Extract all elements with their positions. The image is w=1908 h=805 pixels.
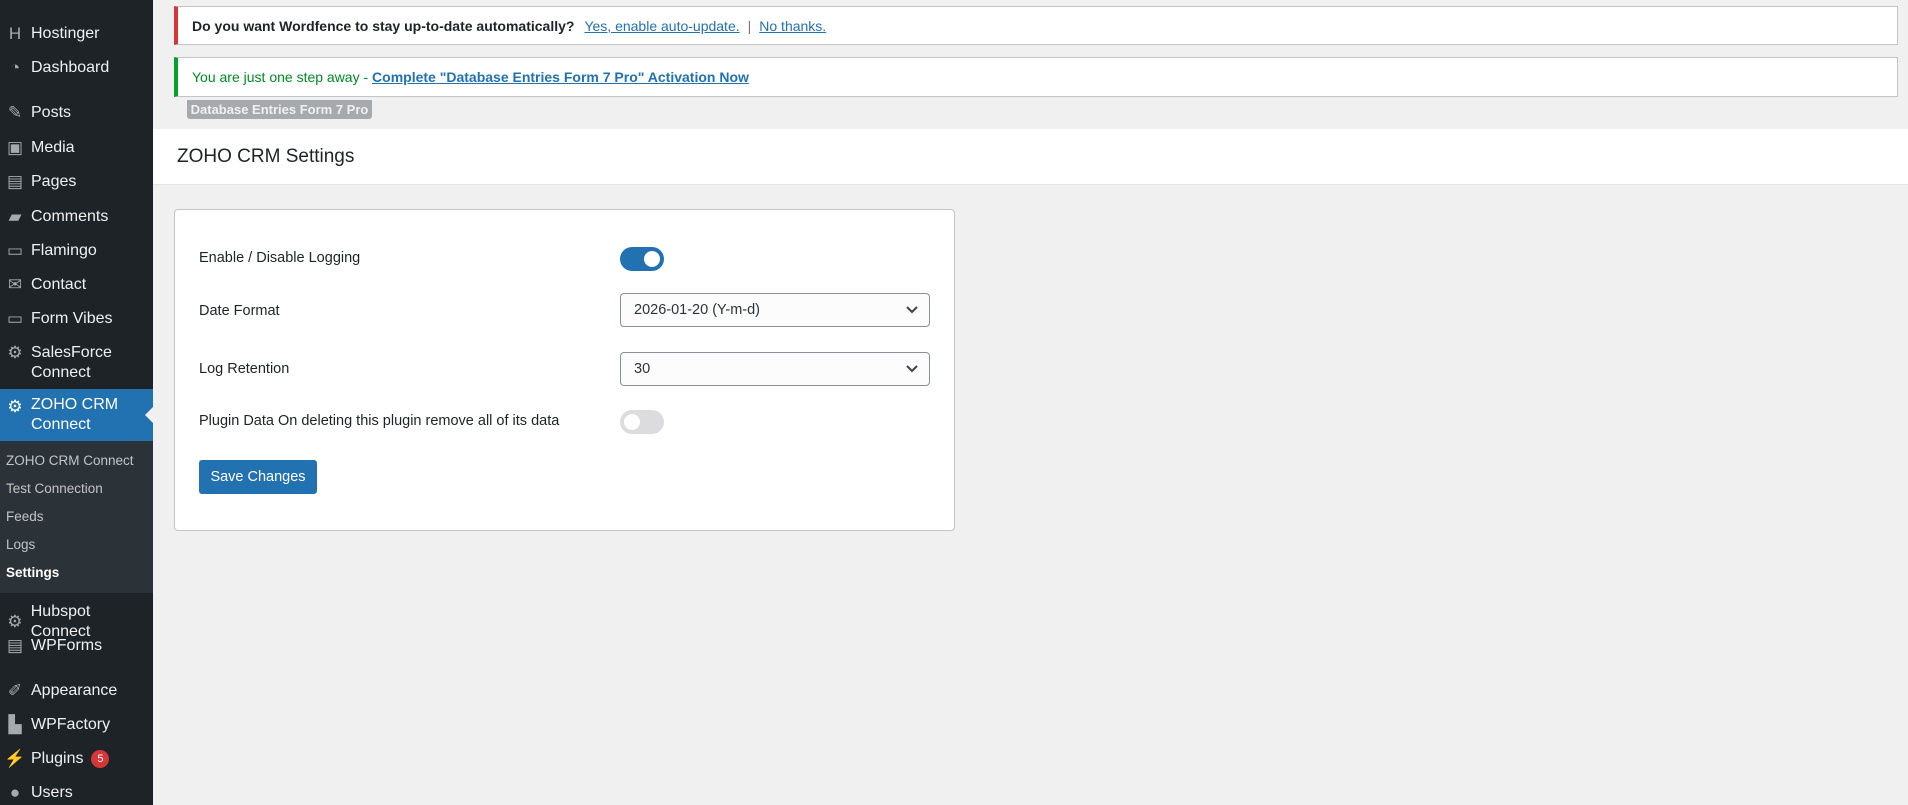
notice-text: You are just one step away - xyxy=(192,69,373,85)
plugin-data-toggle[interactable] xyxy=(620,410,664,434)
menu-contact[interactable]: ✉ Contact xyxy=(0,275,153,295)
menu-dashboard[interactable]: ◔ Dashboard xyxy=(0,58,153,78)
submenu-settings[interactable]: Settings xyxy=(6,565,59,580)
menu-media[interactable]: ▣ Media xyxy=(0,138,153,158)
log-retention-select[interactable]: 30 xyxy=(620,352,930,386)
activation-link[interactable]: Complete "Database Entries Form 7 Pro" A… xyxy=(372,69,749,85)
date-format-label: Date Format xyxy=(199,303,280,319)
form-icon: ▭ xyxy=(6,309,24,328)
wpforms-icon: ▤ xyxy=(6,636,24,655)
no-thanks-link[interactable]: No thanks. xyxy=(759,18,826,34)
save-changes-button[interactable]: Save Changes xyxy=(199,460,317,494)
menu-comments[interactable]: ▰ Comments xyxy=(0,207,153,227)
toggle-knob xyxy=(624,414,640,430)
menu-form-vibes[interactable]: ▭ Form Vibes xyxy=(0,309,153,329)
settings-card: Enable / Disable Logging Date Format 202… xyxy=(174,209,955,531)
wordfence-notice: Do you want Wordfence to stay up-to-date… xyxy=(174,6,1898,45)
separator: | xyxy=(747,17,752,34)
plugin-data-label: Plugin Data On deleting this plugin remo… xyxy=(199,413,560,429)
page-title: ZOHO CRM Settings xyxy=(153,129,1908,185)
admin-sidebar: H Hostinger ◔ Dashboard ✎ Posts ▣ Media ▤ Pag… xyxy=(0,0,153,805)
date-format-select[interactable]: 2026-01-20 (Y-m-d) xyxy=(620,293,930,327)
zoho-submenu: ZOHO CRM Connect Test Connection Feeds L… xyxy=(0,441,153,593)
notice-text: Do you want Wordfence to stay up-to-date… xyxy=(192,17,575,34)
log-retention-label: Log Retention xyxy=(199,361,290,377)
dashboard-icon: ◔ xyxy=(9,58,21,77)
submenu-logs[interactable]: Logs xyxy=(6,537,35,552)
menu-zoho-crm[interactable]: ⚙ ZOHO CRM Connect xyxy=(0,389,153,441)
menu-salesforce[interactable]: ⚙ SalesForce Connect xyxy=(0,343,153,383)
menu-flamingo[interactable]: ▭ Flamingo xyxy=(0,241,153,261)
logging-toggle[interactable] xyxy=(620,247,664,271)
pages-icon: ▤ xyxy=(6,172,24,191)
menu-pages[interactable]: ▤ Pages xyxy=(0,172,153,192)
enable-auto-update-link[interactable]: Yes, enable auto-update. xyxy=(584,18,739,34)
flamingo-icon: ▭ xyxy=(6,241,24,260)
activation-notice: You are just one step away - Complete "D… xyxy=(174,57,1898,97)
media-icon: ▣ xyxy=(6,138,24,157)
chevron-down-icon xyxy=(906,306,918,314)
pin-icon: ✎ xyxy=(7,103,23,122)
comment-icon: ▰ xyxy=(8,207,22,226)
submenu-feeds[interactable]: Feeds xyxy=(6,509,44,524)
gear-icon: ⚙ xyxy=(7,397,23,416)
brush-icon: ✐ xyxy=(7,681,23,700)
gear-icon: ⚙ xyxy=(7,343,23,362)
user-icon: ● xyxy=(9,783,21,802)
factory-icon: ▙ xyxy=(8,715,22,734)
toggle-knob xyxy=(644,251,660,267)
plugin-tag: Database Entries Form 7 Pro xyxy=(187,100,372,119)
menu-appearance[interactable]: ✐ Appearance xyxy=(0,681,153,701)
menu-wpfactory[interactable]: ▙ WPFactory xyxy=(0,715,153,735)
selected-value: 30 xyxy=(634,361,651,377)
hostinger-icon: H xyxy=(8,24,22,43)
selected-value: 2026-01-20 (Y-m-d) xyxy=(634,302,760,318)
submenu-test-connection[interactable]: Test Connection xyxy=(6,481,103,496)
mail-icon: ✉ xyxy=(7,275,23,294)
chevron-down-icon xyxy=(906,365,918,373)
menu-wpforms[interactable]: ▤ WPForms xyxy=(0,636,153,656)
update-count-badge: 5 xyxy=(91,750,110,768)
gear-icon: ⚙ xyxy=(7,612,23,631)
menu-plugins[interactable]: ⚡ Plugins 5 xyxy=(0,749,153,769)
submenu-zoho-crm-connect[interactable]: ZOHO CRM Connect xyxy=(6,453,134,468)
menu-users[interactable]: ● Users xyxy=(0,783,153,803)
menu-posts[interactable]: ✎ Posts xyxy=(0,103,153,123)
plugin-icon: ⚡ xyxy=(4,749,26,768)
logging-label: Enable / Disable Logging xyxy=(199,250,361,266)
menu-hostinger[interactable]: H Hostinger xyxy=(0,24,153,44)
